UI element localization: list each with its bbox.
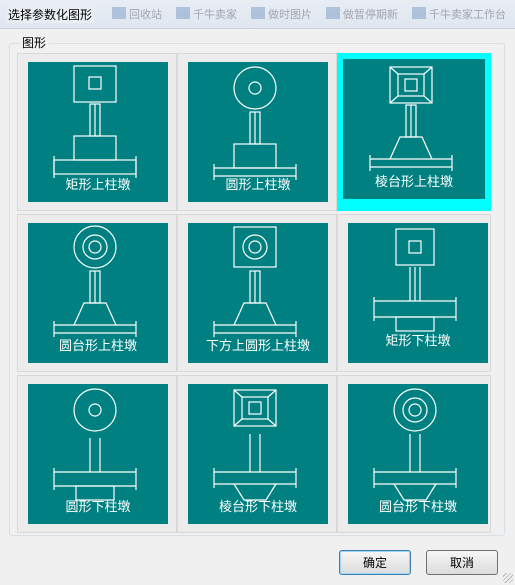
- shape-label: 圆台形上柱墩: [58, 339, 137, 354]
- shape-label: 棱台形下柱墩: [218, 500, 297, 515]
- shape-panel: 下方上圆形上柱墩: [188, 223, 328, 363]
- shape-label: 圆形下柱墩: [65, 500, 131, 515]
- shape-label: 圆形上柱墩: [225, 178, 291, 193]
- shape-option-frustum-top[interactable]: 棱台形上柱墩: [337, 53, 491, 211]
- shape-panel: 矩形上柱墩: [28, 62, 168, 202]
- bg-toolbar-item: 千牛卖家工作台: [412, 6, 506, 22]
- bg-toolbar-item: 千牛卖家: [176, 6, 237, 22]
- shape-panel: 圆台形下柱墩: [348, 384, 488, 524]
- shape-option-round-top[interactable]: 圆形上柱墩: [177, 53, 337, 211]
- shape-option-frustum-bottom[interactable]: 棱台形下柱墩: [177, 375, 337, 533]
- shape-panel: 矩形下柱墩: [348, 223, 488, 363]
- shape-label: 下方上圆形上柱墩: [205, 339, 310, 354]
- shape-option-truncated-cone-top[interactable]: 圆台形上柱墩: [17, 214, 177, 372]
- shape-option-truncated-cone-bottom[interactable]: 圆台形下柱墩: [337, 375, 491, 533]
- bg-toolbar-item: 做时图片: [251, 6, 312, 22]
- ok-button[interactable]: 确定: [339, 550, 411, 575]
- shape-label: 棱台形上柱墩: [374, 175, 453, 190]
- shape-label: 圆台形下柱墩: [378, 500, 457, 515]
- shape-panel: 圆形下柱墩: [28, 384, 168, 524]
- background-toolbar: 回收站 千牛卖家 做时图片 做暂停期新 千牛卖家工作台 大鱼: [112, 6, 515, 22]
- bg-toolbar-item: 回收站: [112, 6, 162, 22]
- shape-option-square-base-round-top[interactable]: 下方上圆形上柱墩: [177, 214, 337, 372]
- shape-panel: 棱台形上柱墩: [343, 59, 485, 199]
- groupbox-label: 图形: [19, 34, 50, 51]
- shape-panel: 圆台形上柱墩: [28, 223, 168, 363]
- window-title: 选择参数化图形: [6, 6, 95, 23]
- shape-option-rect-bottom[interactable]: 矩形下柱墩: [337, 214, 491, 372]
- shape-option-rect-top[interactable]: 矩形上柱墩: [17, 53, 177, 211]
- cancel-button[interactable]: 取消: [426, 550, 498, 575]
- shape-panel: 圆形上柱墩: [188, 62, 328, 202]
- bg-toolbar-item: 做暂停期新: [326, 6, 398, 22]
- title-bar: 回收站 千牛卖家 做时图片 做暂停期新 千牛卖家工作台 大鱼 选择参数化图形: [0, 0, 515, 29]
- shape-option-round-bottom[interactable]: 圆形下柱墩: [17, 375, 177, 533]
- resize-grip-icon[interactable]: [503, 573, 513, 583]
- shape-label: 矩形上柱墩: [65, 178, 131, 193]
- shape-label: 矩形下柱墩: [385, 334, 451, 349]
- shape-panel: 棱台形下柱墩: [188, 384, 328, 524]
